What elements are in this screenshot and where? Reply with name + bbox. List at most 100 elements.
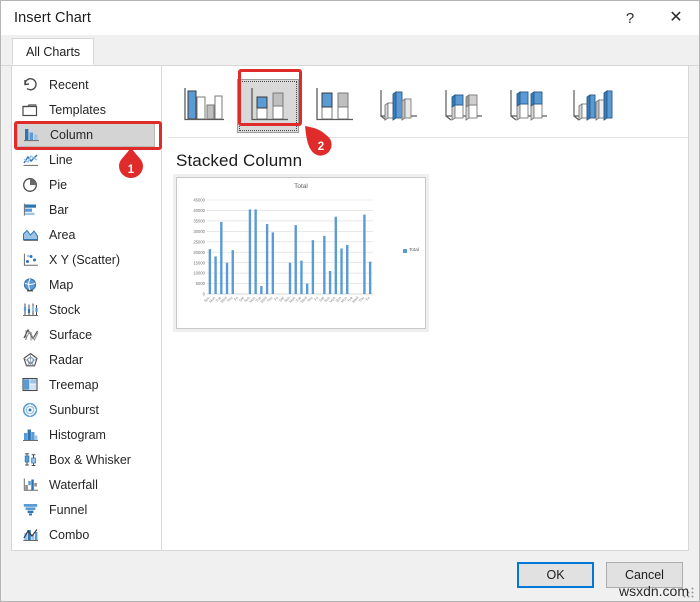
dialog-footer: OK Cancel bbox=[1, 551, 699, 601]
svg-text:5000: 5000 bbox=[196, 281, 206, 286]
stock-chart-icon bbox=[20, 301, 40, 318]
sidebar-item-bar[interactable]: Bar bbox=[12, 197, 161, 222]
thumbnail-3d-column[interactable] bbox=[562, 79, 624, 133]
insert-chart-dialog: Insert Chart ? ✕ All Charts Recent Templ… bbox=[0, 0, 700, 602]
sidebar-item-templates-label: Templates bbox=[49, 102, 106, 117]
tab-all-charts[interactable]: All Charts bbox=[12, 38, 95, 65]
svg-text:Thu: Thu bbox=[358, 296, 365, 303]
preview-chart-title: Total bbox=[294, 183, 308, 190]
sidebar-item-line[interactable]: Line bbox=[12, 147, 161, 172]
preview-chart-svg: 0 5000 10000 15000 20000 25000 30000 35000 40000… bbox=[193, 198, 373, 304]
treemap-chart-icon bbox=[20, 376, 40, 393]
sidebar-item-treemap-label: Treemap bbox=[49, 377, 99, 392]
svg-text:Thu: Thu bbox=[226, 296, 233, 303]
sidebar-item-pie-label: Pie bbox=[49, 177, 68, 192]
line-chart-icon bbox=[20, 151, 40, 168]
close-icon: ✕ bbox=[669, 9, 683, 26]
sidebar-item-waterfall[interactable]: Waterfall bbox=[12, 472, 161, 497]
svg-text:Thu: Thu bbox=[266, 296, 273, 303]
thumbnail-clustered-column[interactable] bbox=[172, 79, 234, 133]
title-bar-buttons: ? ✕ bbox=[607, 1, 699, 35]
svg-text:30000: 30000 bbox=[193, 229, 205, 234]
sidebar-item-column-label: Column bbox=[50, 127, 94, 142]
sidebar-item-surface[interactable]: Surface bbox=[12, 322, 161, 347]
thumbnail-stacked-column[interactable] bbox=[237, 78, 299, 133]
ok-button[interactable]: OK bbox=[517, 562, 594, 588]
sidebar-item-map[interactable]: Map bbox=[12, 272, 161, 297]
sidebar-item-sunburst[interactable]: Sunburst bbox=[12, 397, 161, 422]
resize-grip-icon[interactable] bbox=[683, 586, 695, 598]
close-button[interactable]: ✕ bbox=[653, 1, 699, 35]
combo-chart-icon bbox=[20, 526, 40, 543]
sidebar-item-radar[interactable]: Radar bbox=[12, 347, 161, 372]
sidebar-item-funnel[interactable]: Funnel bbox=[12, 497, 161, 522]
sidebar-item-stock[interactable]: Stock bbox=[12, 297, 161, 322]
sunburst-chart-icon bbox=[20, 401, 40, 418]
sidebar-item-templates[interactable]: Templates bbox=[12, 97, 161, 122]
thumbnail-3d-100-stacked-column[interactable] bbox=[497, 79, 559, 133]
svg-text:0: 0 bbox=[203, 292, 206, 297]
histogram-icon bbox=[20, 426, 40, 443]
sidebar-item-bar-label: Bar bbox=[49, 202, 69, 217]
sidebar-item-histogram[interactable]: Histogram bbox=[12, 422, 161, 447]
dialog-content: Recent Templates Column Line Pie Bar Are… bbox=[11, 66, 689, 551]
thumbnail-3d-stacked-column[interactable] bbox=[432, 79, 494, 133]
sidebar-item-line-label: Line bbox=[49, 152, 73, 167]
sidebar-item-scatter-label: X Y (Scatter) bbox=[49, 252, 121, 267]
scatter-chart-icon bbox=[20, 251, 40, 268]
preview-chart-canvas: Total 0 5000 10000 15000 20000 25000 30000 3500… bbox=[177, 178, 425, 328]
tab-all-charts-label: All Charts bbox=[26, 44, 81, 59]
bar-chart-icon bbox=[20, 201, 40, 218]
sidebar-item-pie[interactable]: Pie bbox=[12, 172, 161, 197]
svg-text:10000: 10000 bbox=[193, 271, 205, 276]
sidebar-item-recent-label: Recent bbox=[49, 77, 89, 92]
column-chart-icon bbox=[21, 126, 41, 143]
box-whisker-icon bbox=[20, 451, 40, 468]
svg-text:45000: 45000 bbox=[193, 198, 205, 203]
map-globe-icon bbox=[20, 276, 40, 293]
chart-type-panel: Stacked Column Total 0 5000 10000 15000 2000… bbox=[162, 66, 688, 550]
sidebar-item-recent[interactable]: Recent bbox=[12, 72, 161, 97]
sidebar-item-sunburst-label: Sunburst bbox=[49, 402, 100, 417]
sidebar-item-stock-label: Stock bbox=[49, 302, 81, 317]
sidebar-item-combo[interactable]: Combo bbox=[12, 522, 161, 547]
thumbnail-100-stacked-column[interactable] bbox=[302, 79, 364, 133]
legend-swatch-total bbox=[402, 248, 407, 253]
svg-text:20000: 20000 bbox=[193, 250, 205, 255]
sidebar-item-map-label: Map bbox=[49, 277, 74, 292]
sidebar-item-combo-label: Combo bbox=[49, 527, 90, 542]
svg-text:35000: 35000 bbox=[193, 218, 205, 223]
sidebar-item-area-label: Area bbox=[49, 227, 76, 242]
svg-text:25000: 25000 bbox=[193, 239, 205, 244]
sidebar-item-surface-label: Surface bbox=[49, 327, 93, 342]
sidebar-item-histogram-label: Histogram bbox=[49, 427, 106, 442]
title-bar: Insert Chart ? ✕ bbox=[1, 1, 699, 35]
sidebar-item-treemap[interactable]: Treemap bbox=[12, 372, 161, 397]
chart-preview[interactable]: Total 0 5000 10000 15000 20000 25000 30000 3500… bbox=[176, 177, 426, 329]
cancel-button[interactable]: Cancel bbox=[606, 562, 683, 588]
thumbnail-3d-clustered-column[interactable] bbox=[367, 79, 429, 133]
sidebar-item-waterfall-label: Waterfall bbox=[49, 477, 98, 492]
help-button[interactable]: ? bbox=[607, 1, 653, 35]
funnel-icon bbox=[20, 501, 40, 518]
chart-category-list[interactable]: Recent Templates Column Line Pie Bar Are… bbox=[12, 66, 162, 550]
sidebar-item-area[interactable]: Area bbox=[12, 222, 161, 247]
surface-chart-icon bbox=[20, 326, 40, 343]
preview-heading: Stacked Column bbox=[176, 151, 303, 170]
preview-chart-legend: Total bbox=[402, 248, 419, 253]
svg-text:40000: 40000 bbox=[193, 208, 205, 213]
radar-chart-icon bbox=[20, 351, 40, 368]
sidebar-item-column[interactable]: Column bbox=[17, 122, 155, 147]
area-chart-icon bbox=[20, 226, 40, 243]
sidebar-item-funnel-label: Funnel bbox=[49, 502, 88, 517]
chart-subtype-gallery[interactable] bbox=[168, 74, 688, 138]
svg-text:15000: 15000 bbox=[193, 260, 205, 265]
legend-label-total: Total bbox=[408, 248, 419, 253]
recent-clock-icon bbox=[20, 76, 40, 93]
dialog-title: Insert Chart bbox=[14, 10, 91, 26]
sidebar-item-box-whisker[interactable]: Box & Whisker bbox=[12, 447, 161, 472]
sidebar-item-scatter[interactable]: X Y (Scatter) bbox=[12, 247, 161, 272]
sidebar-item-box-whisker-label: Box & Whisker bbox=[49, 452, 131, 467]
tab-strip: All Charts bbox=[1, 35, 699, 66]
waterfall-icon bbox=[20, 476, 40, 493]
